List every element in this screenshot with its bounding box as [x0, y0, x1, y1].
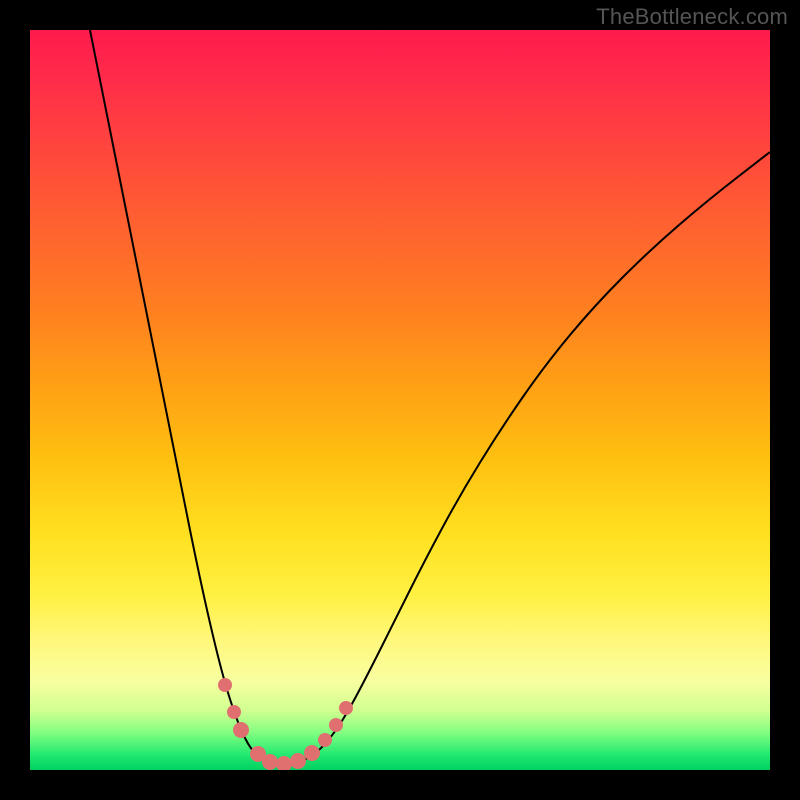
watermark-text: TheBottleneck.com — [596, 4, 788, 30]
data-marker — [318, 733, 332, 747]
curve-layer — [30, 30, 770, 770]
data-marker — [218, 678, 232, 692]
markers-group — [218, 678, 353, 770]
curve-left-branch — [90, 30, 280, 765]
data-marker — [262, 754, 278, 770]
data-marker — [233, 722, 249, 738]
data-marker — [227, 705, 241, 719]
data-marker — [276, 756, 292, 770]
plot-area — [30, 30, 770, 770]
chart-frame: TheBottleneck.com — [0, 0, 800, 800]
data-marker — [329, 718, 343, 732]
curve-right-branch — [280, 152, 770, 765]
data-marker — [304, 745, 320, 761]
data-marker — [290, 753, 306, 769]
data-marker — [339, 701, 353, 715]
